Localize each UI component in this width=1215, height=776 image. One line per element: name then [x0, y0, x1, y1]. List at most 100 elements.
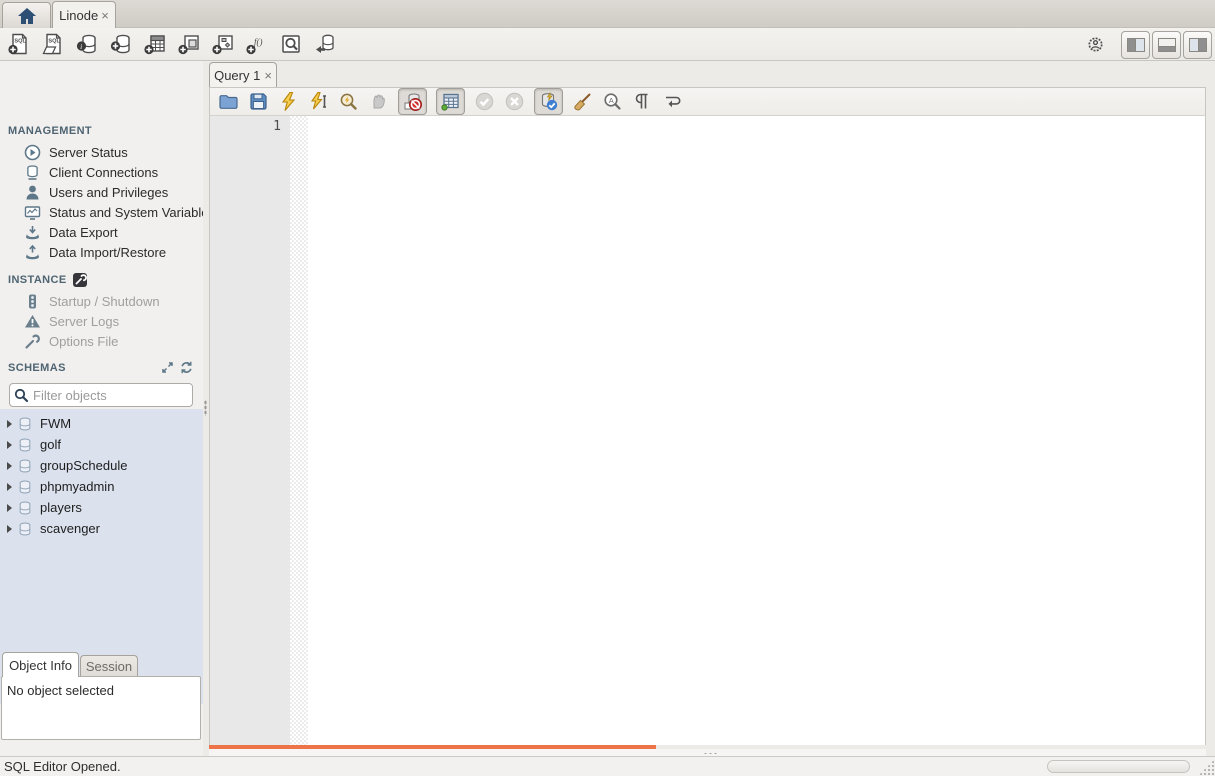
svg-text:SQL: SQL	[14, 39, 26, 45]
sidebar-item-status-variables[interactable]: Status and System Variables	[0, 202, 203, 222]
explain-icon[interactable]	[338, 91, 359, 112]
line-number-gutter: 1	[210, 116, 290, 745]
schema-row-groupschedule[interactable]: groupSchedule	[0, 455, 203, 476]
query-tab[interactable]: Query 1 ×	[209, 62, 277, 87]
database-icon	[19, 459, 31, 472]
limit-rows-toggle-icon	[441, 93, 459, 111]
schema-row-players[interactable]: players	[0, 497, 203, 518]
connection-tab[interactable]: Linode ×	[52, 1, 116, 28]
window-resize-grip[interactable]	[1199, 760, 1214, 775]
main-toolbar: SQL SQL i f()	[0, 28, 1215, 61]
sidebar-item-label: Server Logs	[49, 313, 120, 329]
svg-text:f(): f()	[254, 37, 263, 47]
connection-tab-label: Linode	[59, 7, 99, 23]
schema-label: players	[40, 500, 82, 515]
instance-section-title: INSTANCE	[0, 273, 87, 287]
preferences-gear-icon[interactable]	[1086, 35, 1105, 54]
sidebar-item-client-connections[interactable]: Client Connections	[0, 162, 203, 182]
expander-icon[interactable]	[7, 419, 12, 428]
rollback-icon[interactable]	[504, 91, 525, 112]
stop-on-error-toggle-icon	[404, 93, 422, 111]
create-table-icon[interactable]	[143, 32, 167, 56]
sql-editor-toolbar: A	[209, 87, 1206, 116]
expand-schemas-icon[interactable]	[161, 361, 174, 374]
tab-session[interactable]: Session	[80, 655, 138, 677]
database-icon	[19, 522, 31, 535]
toggle-bottom-panel-button[interactable]	[1152, 30, 1181, 59]
sidebar-item-startup-shutdown[interactable]: Startup / Shutdown	[0, 291, 203, 311]
expander-icon[interactable]	[7, 503, 12, 512]
sidebar-item-server-status[interactable]: Server Status	[0, 142, 203, 162]
stop-on-error-toggle-button[interactable]	[398, 88, 427, 115]
create-schema-icon[interactable]	[109, 32, 133, 56]
expander-icon[interactable]	[7, 524, 12, 533]
expander-icon[interactable]	[7, 482, 12, 491]
stop-icon[interactable]	[368, 91, 389, 112]
sidebar-item-label: Data Import/Restore	[49, 244, 167, 260]
limit-rows-toggle-button[interactable]	[436, 88, 465, 115]
beautify-icon[interactable]	[572, 91, 593, 112]
home-tab[interactable]	[2, 2, 51, 28]
sidebar-item-users-privileges[interactable]: Users and Privileges	[0, 182, 203, 202]
find-icon[interactable]: A	[602, 91, 623, 112]
document-tabstrip: Linode ×	[0, 0, 1215, 28]
search-table-data-icon[interactable]	[279, 32, 303, 56]
data-import-icon	[26, 244, 39, 259]
query-tab-label: Query 1	[214, 67, 261, 83]
create-procedure-icon[interactable]	[211, 32, 235, 56]
line-number: 1	[273, 119, 281, 134]
autocommit-toggle-icon	[541, 91, 558, 111]
open-sql-script-icon[interactable]: SQL	[41, 32, 65, 56]
schema-inspector-icon[interactable]: i	[75, 32, 99, 56]
create-view-icon[interactable]	[177, 32, 201, 56]
sidebar-item-label: Startup / Shutdown	[49, 293, 160, 309]
schema-label: golf	[40, 437, 61, 452]
sidebar-item-options-file[interactable]: Options File	[0, 331, 203, 351]
commit-icon[interactable]	[474, 91, 495, 112]
schema-filter-input[interactable]	[33, 387, 183, 403]
reconnect-dbms-icon[interactable]	[313, 32, 337, 56]
database-icon	[19, 501, 31, 514]
toggle-right-panel-button[interactable]	[1183, 30, 1212, 59]
status-bar: SQL Editor Opened.	[0, 756, 1215, 776]
object-info-panel: No object selected	[1, 676, 201, 740]
splitter-grip	[703, 752, 717, 755]
execute-current-icon[interactable]	[308, 91, 329, 112]
server-logs-icon	[25, 314, 40, 327]
invisible-chars-icon[interactable]	[632, 91, 653, 112]
sidebar-item-data-import[interactable]: Data Import/Restore	[0, 242, 203, 262]
mysql-workbench-window: Linode × SQL SQL i f() MANAGEMENT Server…	[0, 0, 1215, 776]
autocommit-toggle-button[interactable]	[534, 88, 563, 115]
svg-text:i: i	[80, 42, 82, 51]
svg-text:A: A	[609, 96, 614, 105]
sidebar-item-data-export[interactable]: Data Export	[0, 222, 203, 242]
svg-text:SQL: SQL	[48, 39, 60, 45]
database-icon	[19, 417, 31, 430]
tab-object-info[interactable]: Object Info	[2, 652, 79, 677]
divider-grip	[204, 400, 207, 416]
schema-row-phpmyadmin[interactable]: phpmyadmin	[0, 476, 203, 497]
object-info-text: No object selected	[7, 683, 114, 698]
schema-row-scavenger[interactable]: scavenger	[0, 518, 203, 539]
toggle-left-panel-button[interactable]	[1121, 30, 1150, 59]
create-function-icon[interactable]: f()	[245, 32, 269, 56]
open-script-icon[interactable]	[218, 91, 239, 112]
sql-editor[interactable]: 1	[209, 116, 1206, 745]
schema-filter[interactable]	[9, 383, 193, 407]
refresh-schemas-icon[interactable]	[180, 361, 193, 374]
sidebar-item-server-logs[interactable]: Server Logs	[0, 311, 203, 331]
right-panel-icon	[1188, 37, 1207, 52]
schema-row-golf[interactable]: golf	[0, 434, 203, 455]
new-sql-tab-icon[interactable]: SQL	[7, 32, 31, 56]
save-script-icon[interactable]	[248, 91, 269, 112]
status-variables-icon	[24, 205, 41, 220]
sidebar-item-label: Status and System Variables	[49, 204, 203, 220]
expander-icon[interactable]	[7, 461, 12, 470]
wrap-text-icon[interactable]	[662, 91, 683, 112]
close-icon[interactable]: ×	[101, 9, 109, 22]
close-icon[interactable]: ×	[264, 69, 272, 82]
expander-icon[interactable]	[7, 440, 12, 449]
schema-row-fwm[interactable]: FWM	[0, 413, 203, 434]
execute-icon[interactable]	[278, 91, 299, 112]
code-fold-margin	[290, 116, 308, 745]
